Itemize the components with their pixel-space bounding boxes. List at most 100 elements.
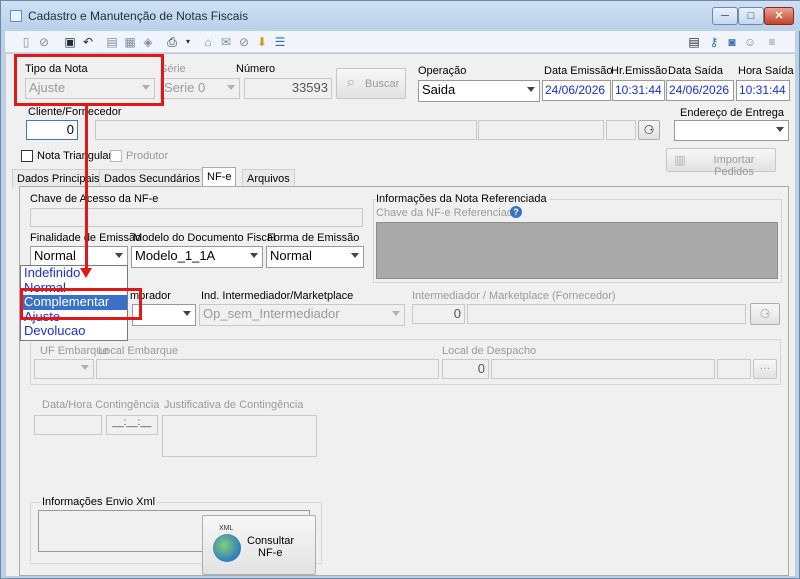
consultar-line2: NF-e [258, 547, 283, 559]
search-doc-icon[interactable]: ▤ [105, 35, 119, 49]
chevron-down-icon [351, 253, 359, 258]
finalidade-option-devolucao[interactable]: Devolucao [21, 324, 127, 339]
local-despacho-code[interactable]: 0 [442, 359, 489, 379]
local-despacho-uf[interactable] [717, 359, 751, 379]
app-icon [10, 10, 22, 22]
annotation-arrow-head [80, 268, 92, 278]
chevron-down-icon [183, 311, 191, 316]
user-icon[interactable]: ☺ [743, 35, 757, 49]
magnifier-icon: ⌕ [346, 74, 356, 91]
block-icon[interactable]: ⊘ [237, 35, 251, 49]
hr-emissao-input[interactable]: 10:31:44 [612, 80, 665, 101]
importar-pedidos-button[interactable]: ▥ Importar Pedidos [666, 148, 776, 178]
local-despacho-button[interactable]: … [753, 359, 777, 379]
operacao-select[interactable]: Saida [418, 80, 540, 102]
annotation-arrow-line [85, 105, 88, 270]
forma-select[interactable]: Normal [266, 246, 364, 268]
data-saida-label: Data Saída [668, 65, 724, 77]
interm-fornecedor-name[interactable] [467, 304, 746, 324]
chevron-down-icon [250, 253, 258, 258]
monitor-icon[interactable]: ◙ [725, 35, 739, 49]
close-button[interactable]: ✕ [764, 7, 794, 25]
interm-search-button[interactable]: ⚆ [750, 303, 780, 325]
numero-input[interactable]: 33593 [244, 78, 332, 99]
new-doc-icon[interactable]: ▯ [19, 35, 33, 49]
local-embarque-label: Local Embarque [98, 345, 179, 357]
consultar-line1: Consultar [247, 535, 295, 547]
produtor-label: Produtor [126, 150, 169, 162]
justificativa-label: Justificativa de Contingência [164, 399, 304, 411]
toolbar: ▯ ⊘ ▣ ↶ ▤ ▦ ◈ ⎙ ▾ ⌂ ✉ ⊘ ⬇ ☰ ▤ ⚷ ◙ ☺ ≡ [5, 31, 795, 53]
car-icon[interactable]: ⌂ [201, 35, 215, 49]
binoculars-icon: ⚆ [643, 123, 655, 137]
contingencia-label: Data/Hora Contingência [42, 399, 160, 411]
uf-embarque-select[interactable] [34, 359, 94, 379]
print-dropdown-icon[interactable]: ▾ [181, 35, 195, 49]
local-despacho-name[interactable] [491, 359, 715, 379]
title-bar: Cadastro e Manutenção de Notas Fiscais ─… [1, 1, 800, 31]
cliente-uf-input[interactable] [606, 120, 636, 140]
numero-label: Número [236, 63, 276, 75]
endereco-select[interactable] [674, 120, 789, 141]
key-icon[interactable]: ⚷ [707, 35, 721, 49]
help-icon[interactable]: ? [510, 206, 522, 218]
settings-icon[interactable]: ≡ [765, 35, 779, 49]
buscar-button[interactable]: ⌕ Buscar [336, 68, 406, 99]
nota-triangular-checkbox[interactable] [21, 150, 33, 162]
maximize-button[interactable]: □ [738, 7, 764, 25]
list-icon[interactable]: ☰ [273, 35, 287, 49]
chevron-down-icon [392, 311, 400, 316]
form-area: Tipo da Nota Ajuste Série Serie 0 Número… [5, 53, 796, 577]
produtor-checkbox[interactable] [110, 150, 122, 162]
serie-select[interactable]: Serie 0 [160, 78, 240, 99]
finalidade-option-indefinido[interactable]: Indefinido [21, 266, 127, 281]
endereco-label: Endereço de Entrega [680, 107, 784, 119]
interm-fornecedor-code[interactable]: 0 [412, 304, 465, 324]
globe-icon [213, 534, 241, 562]
grid-icon[interactable]: ▦ [123, 35, 137, 49]
eraser-icon[interactable]: ◈ [141, 35, 155, 49]
modelo-select[interactable]: Modelo_1_1A [131, 246, 263, 268]
calculator-icon[interactable]: ▤ [687, 35, 701, 49]
modelo-label: Modelo do Documento Fiscal [133, 232, 276, 244]
chave-referenciada-label: Chave da NF-e Referenciada [376, 207, 520, 219]
nota-triangular-label: Nota Triangular [37, 150, 113, 162]
save-icon[interactable]: ▣ [63, 35, 77, 49]
cliente-code-input[interactable]: 0 [26, 120, 78, 140]
chave-referenciada-list[interactable] [376, 222, 778, 279]
cliente-label: Cliente/Fornecedor [28, 106, 122, 118]
main-window: Cadastro e Manutenção de Notas Fiscais ─… [0, 0, 800, 579]
window-title: Cadastro e Manutenção de Notas Fiscais [28, 9, 249, 23]
cliente-search-button[interactable]: ⚆ [638, 120, 660, 140]
contingencia-time[interactable]: __:__:__ [106, 415, 158, 435]
hora-saida-input[interactable]: 10:31:44 [736, 80, 790, 101]
xml-badge: XML [219, 525, 234, 532]
local-embarque-input[interactable] [96, 359, 439, 379]
data-emissao-label: Data Emissão [544, 65, 613, 77]
undo-icon[interactable]: ↶ [81, 35, 95, 49]
cliente-doc-input[interactable] [478, 120, 604, 140]
hora-saida-label: Hora Saída [738, 65, 794, 77]
intermediador-select[interactable]: Op_sem_Intermediador [199, 304, 405, 326]
consultar-nfe-button[interactable]: XML Consultar NF-e [202, 515, 316, 575]
nota-referenciada-title: Informações da Nota Referenciada [376, 193, 549, 205]
chevron-down-icon [527, 87, 535, 92]
data-saida-input[interactable]: 24/06/2026 [666, 80, 734, 101]
minimize-button[interactable]: ─ [712, 7, 738, 25]
chevron-down-icon [81, 365, 89, 370]
mail-icon[interactable]: ✉ [219, 35, 233, 49]
chave-acesso-input[interactable] [30, 208, 363, 227]
justificativa-textarea[interactable] [162, 415, 317, 457]
finalidade-value: Normal [34, 248, 76, 263]
cancel-icon[interactable]: ⊘ [37, 35, 51, 49]
data-emissao-input[interactable]: 24/06/2026 [542, 80, 611, 101]
download-icon[interactable]: ⬇ [255, 35, 269, 49]
cliente-name-input[interactable] [95, 120, 477, 140]
print-icon[interactable]: ⎙ [165, 35, 179, 49]
nfe-panel: Chave de Acesso da NF-e Finalidade de Em… [19, 186, 789, 576]
forma-label: Forma de Emissão [267, 232, 360, 244]
binoculars-icon: ⚆ [759, 307, 771, 321]
intermediador-value: Op_sem_Intermediador [203, 306, 340, 321]
forma-value: Normal [270, 248, 312, 263]
contingencia-date[interactable] [34, 415, 102, 435]
